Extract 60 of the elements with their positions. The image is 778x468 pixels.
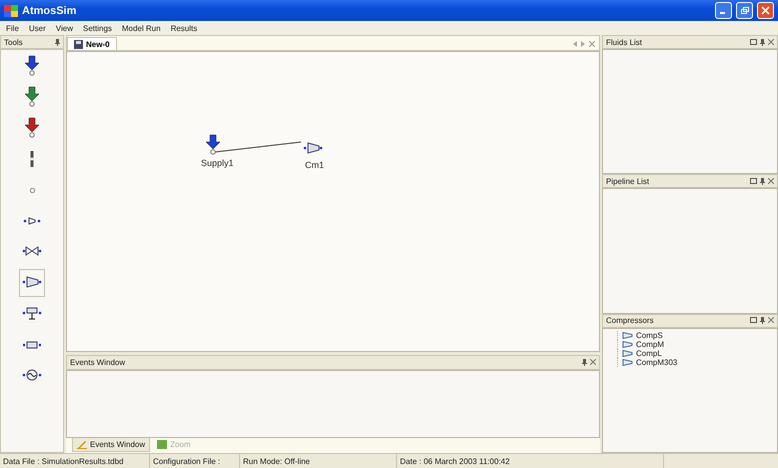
document-tab[interactable]: New-0 xyxy=(67,37,117,50)
close-icon[interactable] xyxy=(768,38,774,44)
app-icon xyxy=(4,4,18,16)
node-label: Cm1 xyxy=(305,160,324,170)
offtake-arrow-icon xyxy=(22,117,42,139)
minimize-button[interactable] xyxy=(715,2,732,19)
pin-icon[interactable] xyxy=(760,317,765,324)
restore-icon xyxy=(740,6,749,15)
menu-item[interactable]: Settings xyxy=(82,24,112,32)
model-canvas[interactable]: Supply1 Cm1 xyxy=(66,51,600,352)
restore-icon[interactable] xyxy=(750,317,757,324)
panel-title: Tools xyxy=(4,38,23,46)
save-icon xyxy=(74,40,83,48)
panel-title: Fluids List xyxy=(606,38,642,46)
pin-icon[interactable] xyxy=(582,359,587,366)
pin-icon[interactable] xyxy=(760,38,765,46)
compressor-icon xyxy=(23,217,41,225)
compressor-icon xyxy=(622,358,633,366)
window-title: AtmosSim xyxy=(22,4,78,16)
tree-item[interactable]: CompL xyxy=(617,348,777,358)
menu-item[interactable]: View xyxy=(56,24,73,32)
menu-item[interactable]: Model Run xyxy=(122,24,161,32)
panel-title: Events Window xyxy=(70,358,126,367)
link-icon xyxy=(30,150,34,168)
restore-icon[interactable] xyxy=(750,178,757,184)
menu-item[interactable]: User xyxy=(28,24,46,32)
tool-button[interactable] xyxy=(19,269,45,297)
delivery-arrow-icon xyxy=(22,86,42,108)
supply-arrow-icon xyxy=(22,55,42,77)
node-icon xyxy=(30,188,34,192)
compressor-icon xyxy=(622,340,633,348)
status-text: Data File : SimulationResults.tdbd xyxy=(0,454,150,468)
menu-item[interactable]: Results xyxy=(170,24,198,32)
menu-item[interactable]: File xyxy=(6,24,19,32)
close-icon[interactable] xyxy=(768,317,774,324)
close-icon[interactable] xyxy=(768,178,774,184)
close-button[interactable] xyxy=(757,2,774,19)
compressor-icon xyxy=(622,332,633,339)
compressor-icon xyxy=(622,350,633,357)
tree-item[interactable]: CompM303 xyxy=(617,358,777,367)
pipe-icon xyxy=(23,341,41,349)
close-icon xyxy=(761,6,770,15)
status-text: Configuration File : xyxy=(150,454,240,468)
panel-tab[interactable]: Events Window xyxy=(72,438,150,452)
tree-item[interactable]: CompS xyxy=(617,330,777,340)
pencil-icon xyxy=(77,440,87,449)
status-text: Date : 06 March 2003 11:00:42 xyxy=(397,454,664,468)
node-label: Supply1 xyxy=(201,158,234,168)
tree-item[interactable]: CompM xyxy=(617,340,777,349)
panel-title: Pipeline List xyxy=(606,176,650,186)
panel-title: Compressors xyxy=(606,316,654,326)
close-icon[interactable] xyxy=(589,40,595,46)
close-icon[interactable] xyxy=(590,359,596,365)
restore-icon[interactable] xyxy=(750,38,757,44)
status-text: Run Mode: Off-line xyxy=(240,454,397,468)
pin-icon[interactable] xyxy=(55,38,60,46)
supply-arrow-icon[interactable] xyxy=(203,134,223,156)
pin-icon[interactable] xyxy=(760,178,765,185)
image-icon xyxy=(157,440,168,449)
restore-button[interactable] xyxy=(736,2,753,19)
